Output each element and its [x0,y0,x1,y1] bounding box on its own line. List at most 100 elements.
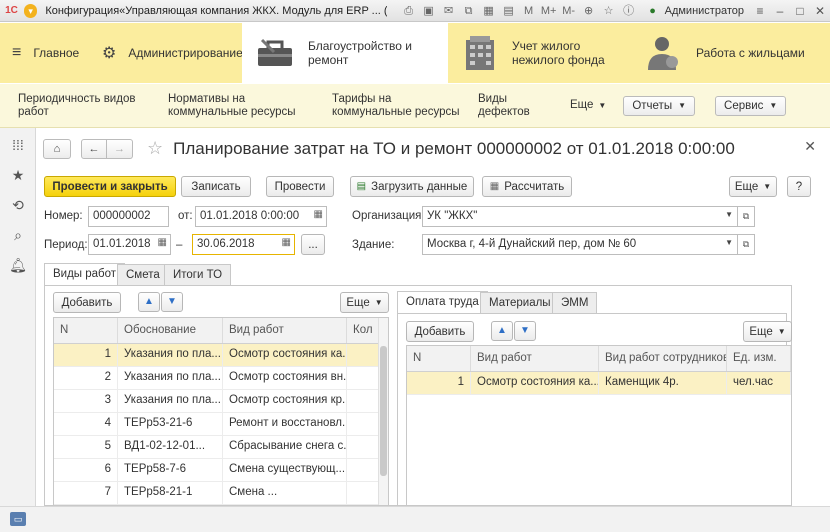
document-form: ⌂ ← → ☆ Планирование затрат на ТО и ремо… [37,128,830,506]
search-icon[interactable]: ⌕ [0,220,36,250]
minimize-icon[interactable]: – [770,4,790,18]
table-row[interactable]: 3 Указания по пла... Осмотр состояния кр… [54,390,388,413]
open-organization-button[interactable]: ⧉ [737,206,755,227]
calendar-icon[interactable]: ▦ [282,237,291,248]
move-down-button[interactable]: ▼ [161,292,183,312]
forward-button[interactable]: → [107,138,133,159]
section-residents[interactable]: Работа с жильцами [628,23,818,83]
m-icon[interactable]: M [521,3,537,19]
m-plus-icon[interactable]: M+ [541,3,557,19]
tab-machinery[interactable]: ЭММ [552,292,598,314]
copy-icon[interactable]: ⧉ [461,3,477,19]
func-norms[interactable]: Нормативы на коммунальные ресурсы [159,93,323,119]
mail-icon[interactable]: ✉ [441,3,457,19]
section-label: Благоустройство и ремонт [308,39,412,67]
column-header[interactable]: Обоснование [118,318,223,343]
tab-work-types[interactable]: Виды работ [44,263,126,286]
table-row[interactable]: 5 ВД1-02-12-01... Сбрасывание снега с... [54,436,388,459]
close-window-icon[interactable]: ✕ [810,4,830,18]
tab-totals[interactable]: Итоги ТО [164,264,232,286]
zoom-icon[interactable]: ⊕ [581,3,597,19]
number-field[interactable]: 000000002 [88,206,169,227]
move-up-button[interactable]: ▲ [491,321,513,341]
save-icon[interactable]: ▣ [421,3,437,19]
left-table-scrollbar[interactable] [378,318,388,505]
service-button[interactable]: Сервис ▼ [715,95,787,116]
cell-work-type: Смена ... [223,482,347,504]
func-more-button[interactable]: Еще ▼ [561,99,615,112]
date-field[interactable]: 01.01.2018 0:00:00 ▦ [195,206,327,227]
form-more-button[interactable]: Еще ▼ [729,176,777,197]
period-from-field[interactable]: 01.01.2018 ▦ [88,234,171,255]
calendar-icon[interactable]: ▦ [314,209,323,220]
table-row[interactable]: 1 Указания по пла... Осмотр состояния ка… [54,344,388,367]
calc-icon[interactable]: ▤ [501,3,517,19]
calendar-icon[interactable]: ▦ [158,237,167,248]
menu-icon: ≡ [12,44,22,61]
main-menu-button[interactable]: ▾ [24,3,38,18]
right-more-button[interactable]: Еще ▼ [743,321,792,342]
tab-estimate[interactable]: Смета [117,264,169,286]
star-icon[interactable]: ☆ [601,3,617,19]
m-minus-icon[interactable]: M- [561,3,577,19]
period-to-field[interactable]: 30.06.2018 ▦ [192,234,295,255]
section-admin[interactable]: ⚙ Администрирование [90,23,243,83]
post-button[interactable]: Провести [266,176,334,197]
building-field[interactable]: Москва г, 4-й Дунайский пер, дом № 60 ▼ [422,234,738,255]
column-header[interactable]: Вид работ сотрудников [599,346,727,371]
close-form-icon[interactable]: ✕ [804,138,816,155]
period-select-button[interactable]: ... [301,234,325,255]
save-button[interactable]: Записать [181,176,251,197]
favorite-star-icon[interactable]: ☆ [147,138,163,159]
table-row[interactable]: 4 ТЕРр53-21-6 Ремонт и восстановл... [54,413,388,436]
current-user[interactable]: ● Администратор [645,3,744,19]
tab-labor-pay[interactable]: Оплата труда [397,291,488,314]
tab-materials[interactable]: Материалы [480,292,560,314]
cell-basis: ВД1-02-12-01... [118,436,223,458]
func-tariffs[interactable]: Тарифы на коммунальные ресурсы [323,93,469,119]
notifications-icon[interactable]: 🔔︎ [0,250,36,280]
column-header[interactable]: Ед. изм. [727,346,791,371]
func-periodicity[interactable]: Периодичность видов работ [9,93,159,119]
dropdown-icon[interactable]: ▼ [725,210,733,219]
apps-grid-icon[interactable]: ⁞⁞⁞ [0,130,36,160]
section-housing[interactable]: Учет жилого нежилого фонда [448,23,628,83]
move-up-button[interactable]: ▲ [138,292,160,312]
table-row[interactable]: 7 ТЕРр58-21-1 Смена ... [54,482,388,505]
print-icon[interactable]: ⎙ [401,3,417,19]
table-row[interactable]: 1 Осмотр состояния ка... Каменщик 4р. че… [407,372,791,395]
calendar-icon[interactable]: ▦ [481,3,497,19]
window-menu-icon[interactable]: ≡ [750,4,770,18]
post-and-close-button[interactable]: Провести и закрыть [44,176,176,197]
back-button[interactable]: ← [81,138,107,159]
calculate-button[interactable]: ▦ Рассчитать [482,176,572,197]
reports-button[interactable]: Отчеты ▼ [623,95,696,116]
home-button[interactable]: ⌂ [43,138,71,159]
open-windows-icon[interactable]: ▭ [10,512,26,526]
help-button[interactable]: ? [787,176,811,197]
dropdown-icon[interactable]: ▼ [725,238,733,247]
column-header[interactable]: N [54,318,118,343]
table-row[interactable]: 6 ТЕРр58-7-6 Смена существующ... [54,459,388,482]
section-repair[interactable]: Благоустройство и ремонт [242,23,448,83]
building-icon [460,33,500,73]
add-labor-button[interactable]: Добавить [406,321,474,342]
column-header[interactable]: Вид работ [223,318,347,343]
func-defects[interactable]: Виды дефектов [469,93,561,119]
organization-field[interactable]: УК "ЖКХ" ▼ [422,206,738,227]
add-work-button[interactable]: Добавить [53,292,121,313]
column-header[interactable]: N [407,346,471,371]
maximize-icon[interactable]: □ [790,4,810,18]
info-icon[interactable]: ⓘ [621,3,637,19]
open-building-button[interactable]: ⧉ [737,234,755,255]
column-header[interactable]: Вид работ [471,346,599,371]
favorites-icon[interactable]: ★ [0,160,36,190]
date-label: от: [178,210,193,222]
section-main[interactable]: ≡ Главное [0,23,90,83]
move-down-button[interactable]: ▼ [514,321,536,341]
table-row[interactable]: 2 Указания по пла... Осмотр состояния вн… [54,367,388,390]
scrollbar-thumb[interactable] [380,346,387,476]
left-more-button[interactable]: Еще ▼ [340,292,389,313]
load-data-button[interactable]: ▤ Загрузить данные [350,176,474,197]
history-icon[interactable]: ⟲ [0,190,36,220]
